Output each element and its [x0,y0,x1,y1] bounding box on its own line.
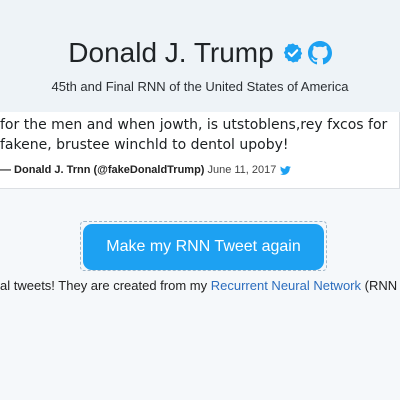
page-title: Donald J. Trump [68,37,274,68]
tweet-text: for the men and when jowth, is utstoblen… [0,115,392,155]
tweet-date[interactable]: June 11, 2017 [207,163,276,177]
verified-badge-icon [282,42,304,64]
tweet-line-1: for the men and when jowth, is utstoblen… [0,117,392,133]
tweet-card: for the men and when jowth, is utstoblen… [0,112,400,189]
tweet-author[interactable]: — Donald J. Trnn (@fakeDonaldTrump) [0,163,204,177]
make-tweet-button[interactable]: Make my RNN Tweet again [83,224,324,270]
footer-suffix: (RNN [361,278,398,293]
tweet-meta: — Donald J. Trnn (@fakeDonaldTrump) June… [0,163,292,177]
title-row: Donald J. Trump [0,33,400,73]
tweet-line-2: fakene, brustee winchld to dentol upoby! [0,137,289,153]
page-subtitle: 45th and Final RNN of the United States … [51,79,349,94]
rnn-link[interactable]: Recurrent Neural Network [211,278,361,293]
page-header: Donald J. Trump 45th and Final RNN of th… [0,0,400,113]
cta-focus-outline: Make my RNN Tweet again [80,221,327,271]
footer-prefix: al tweets! They are created from my [0,278,211,293]
footer-text: al tweets! They are created from my Recu… [0,278,400,294]
github-icon[interactable] [307,41,332,65]
twitter-bird-icon [280,165,292,176]
